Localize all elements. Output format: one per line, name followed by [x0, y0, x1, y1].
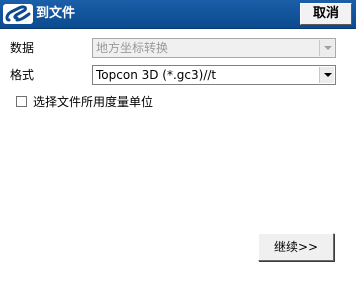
export-to-file-dialog: 到文件 取消 数据 地方坐标转换 格式 Topcon 3D (*.gc3)//t…	[0, 0, 356, 293]
format-dropdown-button[interactable]	[319, 67, 334, 83]
unit-checkbox-label: 选择文件所用度量单位	[33, 95, 154, 109]
data-select-value: 地方坐标转换	[96, 41, 169, 55]
continue-button[interactable]: 继续>>	[258, 233, 334, 261]
window-title: 到文件	[36, 6, 76, 21]
cancel-button[interactable]: 取消	[300, 3, 352, 25]
format-label: 格式	[10, 68, 35, 82]
data-dropdown-button[interactable]	[319, 40, 334, 56]
company-logo-icon	[3, 4, 33, 24]
unit-checkbox[interactable]	[16, 96, 27, 107]
data-label: 数据	[10, 41, 35, 55]
title-bar: 到文件 取消	[0, 0, 356, 29]
data-select[interactable]: 地方坐标转换	[92, 38, 336, 58]
format-select[interactable]: Topcon 3D (*.gc3)//t	[92, 65, 336, 85]
chevron-down-icon	[324, 46, 332, 50]
chevron-down-icon	[324, 73, 332, 77]
format-select-value: Topcon 3D (*.gc3)//t	[96, 68, 217, 82]
